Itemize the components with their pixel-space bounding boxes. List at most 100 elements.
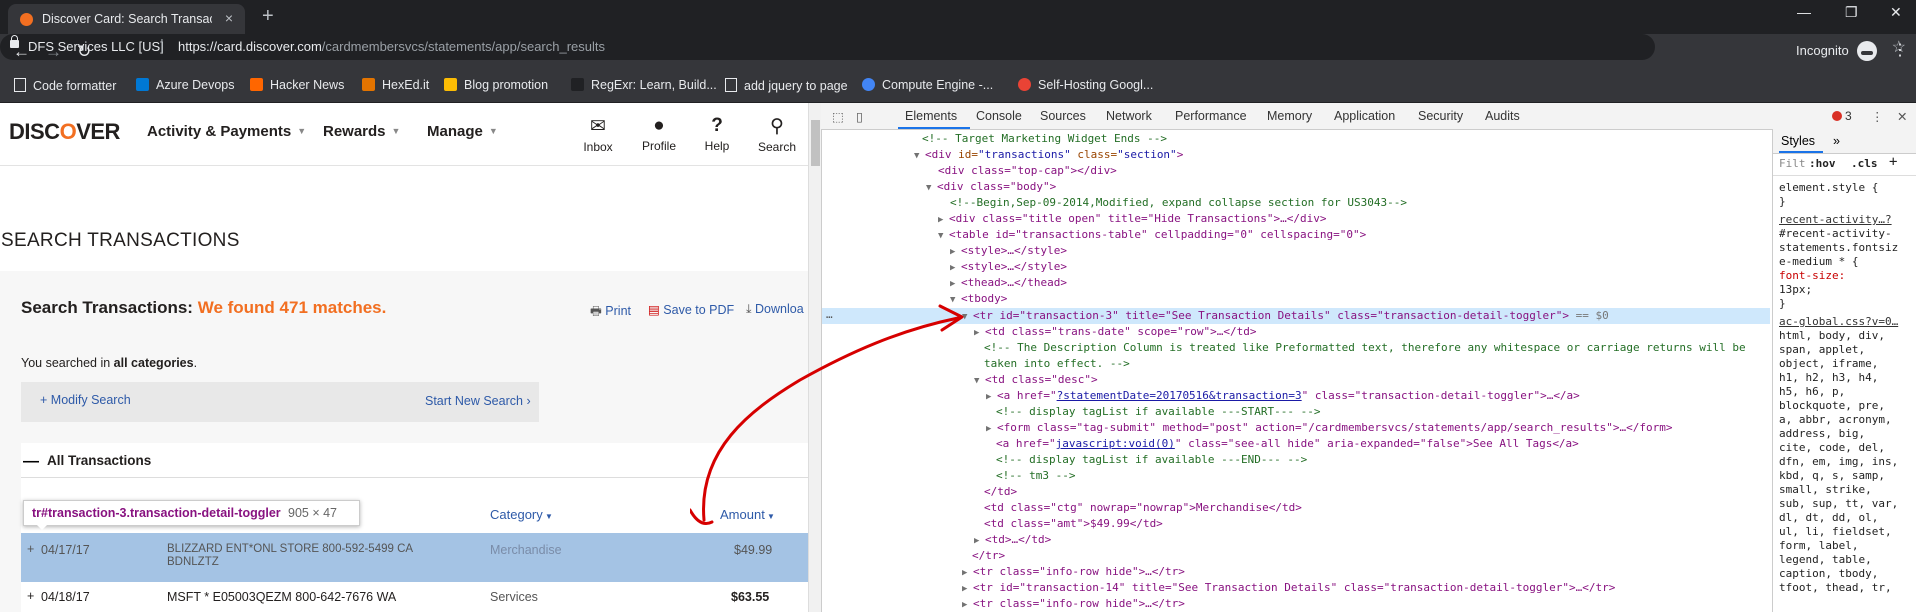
hover-toggle[interactable]: :hov	[1809, 157, 1836, 171]
bookmark-item[interactable]: Hacker News	[250, 78, 344, 92]
nav-activity-payments[interactable]: Activity & Payments ▼	[147, 123, 306, 140]
tab-elements[interactable]: Elements	[905, 109, 957, 123]
dom-node[interactable]: <td class="amt">$49.99</td>	[984, 516, 1163, 532]
bookmark-item[interactable]: RegExr: Learn, Build...	[571, 78, 717, 92]
dom-node[interactable]: ▶ <style>…</style>	[950, 259, 1067, 275]
chevron-down-icon: ▼	[391, 126, 401, 136]
style-rule-line: tfoot, thead, tr,	[1779, 581, 1892, 594]
bookmark-item[interactable]: Azure Devops	[136, 78, 235, 92]
dom-node[interactable]: ▶ <tr class="info-row hide">…</tr>	[962, 596, 1185, 612]
devtools-close-icon[interactable]: ✕	[1897, 109, 1907, 124]
class-toggle[interactable]: .cls	[1851, 157, 1878, 171]
url-text[interactable]: https://card.discover.com/cardmembersvcs…	[178, 39, 605, 54]
dom-node[interactable]: <!-- display tagList if available ---STA…	[996, 404, 1321, 420]
dom-node[interactable]: ▼ <td class="desc">	[974, 372, 1098, 388]
tab-memory[interactable]: Memory	[1267, 109, 1312, 123]
expand-icon[interactable]: +	[27, 542, 34, 556]
tab-security[interactable]: Security	[1418, 109, 1463, 123]
browser-menu-icon[interactable]: ⋮	[1892, 40, 1908, 60]
inspect-element-icon[interactable]: ⬚	[832, 109, 844, 124]
tab-network[interactable]: Network	[1106, 109, 1152, 123]
address-bar[interactable]: DFS Services LLC [US] | https://card.dis…	[0, 34, 1906, 60]
dom-node[interactable]: ▶ <tr id="transaction-14" title="See Tran…	[962, 580, 1615, 596]
new-tab-icon[interactable]: +	[262, 5, 274, 28]
tab-title: Discover Card: Search Transactio	[42, 12, 212, 26]
discover-logo[interactable]: DISCOVER	[9, 119, 120, 145]
window-close-icon[interactable]: ✕	[1890, 4, 1902, 21]
bookmark-item[interactable]: Compute Engine -...	[862, 78, 993, 92]
tab-performance[interactable]: Performance	[1175, 109, 1247, 123]
dom-node[interactable]: ▶ <td class="trans-date" scope="row">…</t…	[974, 324, 1257, 340]
bookmark-item[interactable]: Self-Hosting Googl...	[1018, 78, 1153, 92]
azure-icon	[136, 78, 149, 91]
tab-close-icon[interactable]: ×	[225, 10, 233, 26]
dom-node[interactable]: ▶ <td>…</td>	[974, 532, 1051, 548]
bookmark-item[interactable]: add jquery to page	[725, 78, 848, 93]
bookmark-page-icon	[725, 78, 737, 92]
expand-icon[interactable]: +	[27, 589, 34, 603]
tab-console[interactable]: Console	[976, 109, 1022, 123]
style-rule-line: legend, table,	[1779, 553, 1872, 566]
style-rule-line: e-medium * {	[1779, 255, 1859, 268]
sort-icon: ▼	[542, 512, 553, 521]
help-button[interactable]: ? Help	[692, 115, 742, 153]
error-count[interactable]: 3	[1832, 109, 1852, 123]
dom-node[interactable]: ▼ <div id="transactions" class="section">	[914, 147, 1183, 163]
devtools-menu-icon[interactable]: ⋮	[1871, 109, 1884, 124]
tab-application[interactable]: Application	[1334, 109, 1395, 123]
search-button[interactable]: ⚲ Search	[752, 115, 802, 154]
dom-node[interactable]: <!-- The Description Column is treated l…	[984, 340, 1746, 356]
print-link[interactable]: 🖶 Print	[590, 302, 631, 323]
nav-rewards[interactable]: Rewards ▼	[323, 123, 400, 140]
category-column-header[interactable]: Category ▼	[490, 507, 553, 522]
bookmark-item[interactable]: Code formatter	[14, 78, 116, 93]
dom-node[interactable]: <!-- tm3 -->	[996, 468, 1075, 484]
dom-node[interactable]: <a href="javascript:void(0)" class="see-…	[996, 436, 1579, 452]
dom-node[interactable]: <td class="ctg" nowrap="nowrap">Merchand…	[984, 500, 1302, 516]
dom-node[interactable]: ▶ <form class="tag-submit" method="post" …	[986, 420, 1673, 436]
tab-audits[interactable]: Audits	[1485, 109, 1520, 123]
modify-search-link[interactable]: + Modify Search	[40, 393, 131, 407]
browser-tab[interactable]: Discover Card: Search Transactio ×	[8, 4, 245, 34]
style-rule-line: kbd, q, s, samp,	[1779, 469, 1885, 482]
dom-node[interactable]: </tr>	[972, 548, 1005, 564]
more-tabs-icon[interactable]: »	[1833, 134, 1840, 148]
inbox-button[interactable]: ✉ Inbox	[573, 115, 623, 154]
start-new-search-link[interactable]: Start New Search ›	[425, 394, 531, 408]
scrollbar-thumb[interactable]	[811, 120, 820, 166]
tooltip-size: 905 × 47	[288, 506, 338, 520]
nav-manage[interactable]: Manage ▼	[427, 123, 498, 140]
bookmark-item[interactable]: HexEd.it	[362, 78, 429, 92]
dom-node[interactable]: <!-- Target Marketing Widget Ends -->	[922, 131, 1167, 147]
dom-node[interactable]: ▶ <tr class="info-row hide">…</tr>	[962, 564, 1185, 580]
incognito-icon	[1857, 41, 1877, 61]
dom-node[interactable]: <!-- display tagList if available ---END…	[996, 452, 1307, 468]
restore-icon[interactable]: ❐	[1845, 4, 1858, 21]
dom-node[interactable]: ▶ <style>…</style>	[950, 243, 1067, 259]
styles-tab[interactable]: Styles	[1781, 134, 1815, 148]
trans-amount: $49.99	[734, 543, 773, 557]
lock-icon	[10, 35, 19, 48]
dom-node[interactable]: ▶ <thead>…</thead>	[950, 275, 1067, 291]
minimize-icon[interactable]: —	[1797, 4, 1811, 20]
tab-sources[interactable]: Sources	[1040, 109, 1086, 123]
dom-node[interactable]: ▼ <table id="transactions-table" cellpadd…	[938, 227, 1366, 243]
table-row[interactable]: + 04/17/17 BLIZZARD ENT*ONL STORE 800-59…	[21, 533, 808, 582]
dom-node-selected[interactable]: ▼ <tr id="transaction-3" title="See Trans…	[962, 308, 1609, 324]
profile-button[interactable]: ● Profile	[634, 115, 684, 153]
dom-node[interactable]: ▶ <div class="title open" title="Hide Tra…	[938, 211, 1327, 227]
dom-node[interactable]: taken into effect. -->	[984, 356, 1130, 372]
dom-node[interactable]: <div class="top-cap"></div>	[938, 163, 1117, 179]
style-rule-line: blockquote, pre,	[1779, 399, 1885, 412]
device-toggle-icon[interactable]: ▯	[856, 109, 863, 124]
styles-filter-input[interactable]: Filt	[1779, 157, 1806, 171]
add-rule-icon[interactable]: +	[1889, 155, 1897, 169]
dom-node[interactable]: ▶ <a href="?statementDate=20170516&transa…	[986, 388, 1580, 404]
bookmark-page-icon	[14, 78, 26, 92]
dom-node[interactable]: <!--Begin,Sep-09-2014,Modified, expand c…	[950, 195, 1407, 211]
collapse-icon[interactable]: —	[23, 453, 39, 471]
bookmark-item[interactable]: Blog promotion	[444, 78, 548, 92]
page-title: SEARCH TRANSACTIONS	[1, 230, 240, 251]
dom-node[interactable]: ▼ <div class="body">	[926, 179, 1056, 195]
table-row[interactable]: + 04/18/17 MSFT * E05003QEZM 800-642-767…	[21, 582, 808, 612]
